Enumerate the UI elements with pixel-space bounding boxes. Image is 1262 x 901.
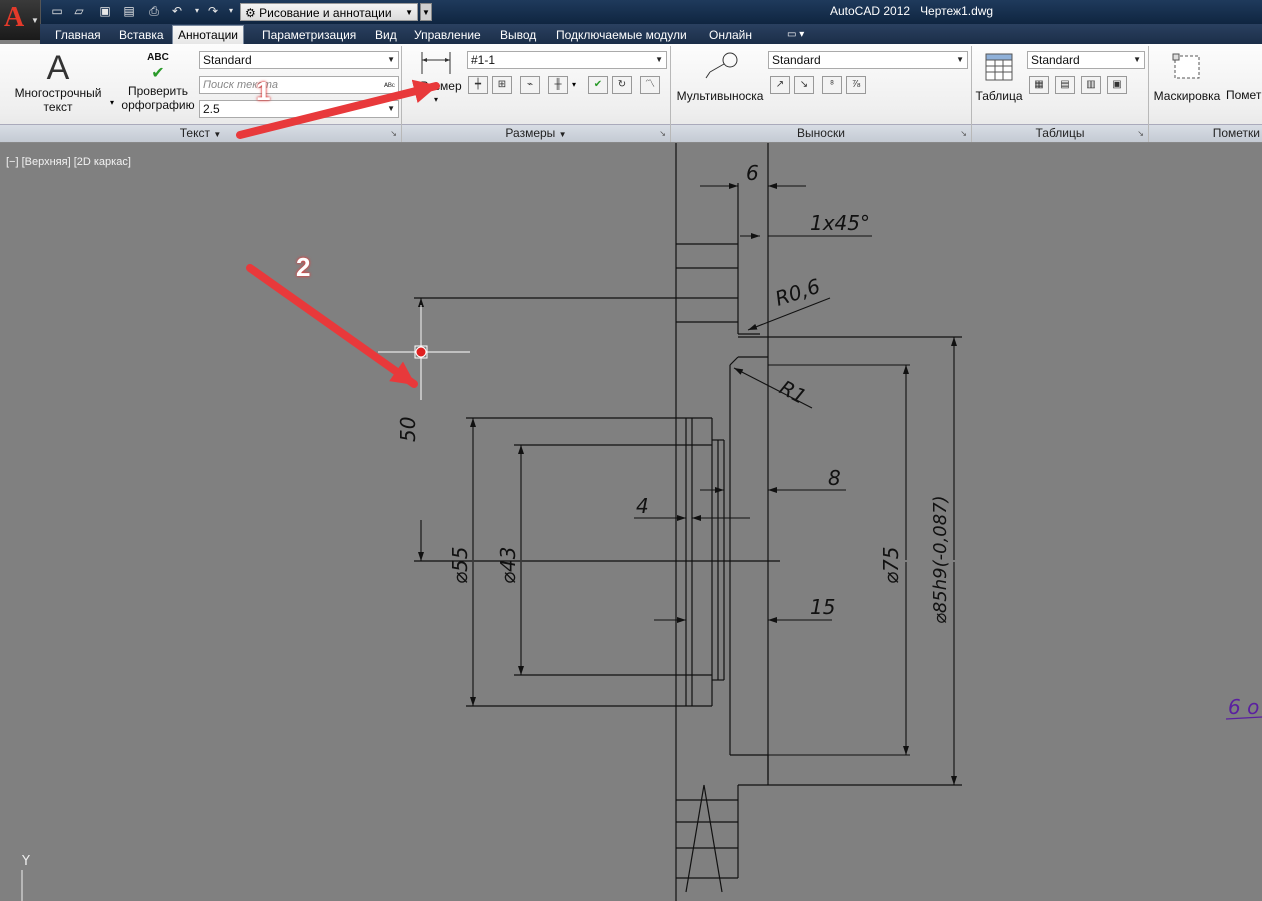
dim-text: ⌀75 xyxy=(879,547,903,585)
dim-text: 6 xyxy=(746,161,759,185)
dim-text: ⌀85h9(-0,087) xyxy=(930,495,951,624)
dimension-lines xyxy=(418,183,957,785)
dim-text: R0,6 xyxy=(772,274,823,311)
ucs-icon: Y xyxy=(21,854,30,901)
ucs-y-label: Y xyxy=(21,854,30,869)
viewport-controls[interactable]: [−] [Верхняя] [2D каркас] xyxy=(6,156,131,168)
dim-text: ⌀43 xyxy=(496,547,520,585)
dim-text: 50 xyxy=(396,417,420,442)
dim-text: 8 xyxy=(828,466,841,490)
dim-text: 15 xyxy=(810,595,835,619)
dimension-texts: 6 1x45° R0,6 R1 50 ⌀55 ⌀43 4 8 ⌀75 ⌀85h9… xyxy=(396,161,951,624)
dim-text: ⌀55 xyxy=(448,547,472,585)
dim-text: R1 xyxy=(776,375,811,409)
side-note: 6 о xyxy=(1228,695,1259,719)
dim-text: 1x45° xyxy=(810,211,870,235)
drawing-canvas[interactable]: 6 1x45° R0,6 R1 50 ⌀55 ⌀43 4 8 ⌀75 ⌀85h9… xyxy=(0,143,1262,901)
callout-arrow-2 xyxy=(246,264,418,388)
callout-number-1: 1 xyxy=(256,76,271,106)
callout-number-2: 2 xyxy=(296,252,311,282)
part-geometry xyxy=(414,143,962,901)
crosshair-cursor xyxy=(378,305,470,400)
dim-text: 4 xyxy=(636,494,649,518)
callout-overlay xyxy=(236,79,440,139)
